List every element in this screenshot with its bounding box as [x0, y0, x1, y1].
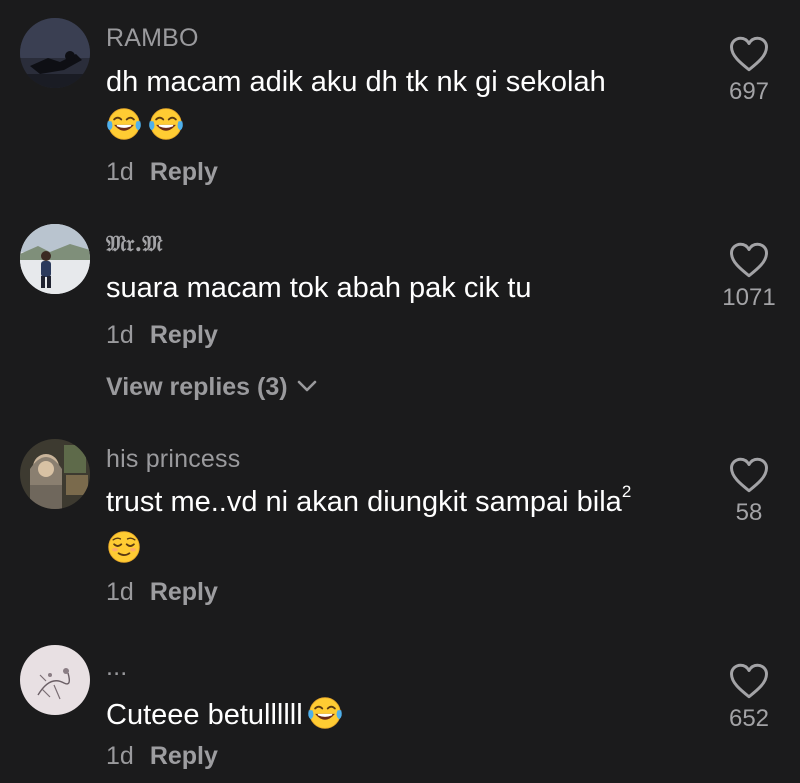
comment-meta: 1d Reply [106, 158, 218, 187]
avatar[interactable] [20, 18, 90, 88]
chevron-down-icon [297, 380, 316, 392]
comment-age: 1d [106, 158, 134, 186]
like-button[interactable]: 58 [720, 455, 778, 527]
comment-meta: 1d Reply [106, 742, 218, 771]
reply-button[interactable]: Reply [150, 578, 218, 606]
like-button[interactable]: 652 [720, 661, 778, 733]
comment-text-main: trust me..vd ni akan diungkit sampai bil… [106, 486, 622, 518]
comment-username[interactable]: ... [106, 653, 127, 682]
comment-username[interactable]: his princess [106, 445, 240, 474]
like-button[interactable]: 1071 [720, 240, 778, 312]
face-with-tears-of-joy-icon [307, 695, 343, 731]
comment-text: suara macam tok abah pak cik tu [106, 272, 532, 304]
comment-age: 1d [106, 578, 134, 606]
like-button[interactable]: 697 [720, 34, 778, 106]
relieved-face-icon [106, 529, 142, 565]
like-count: 58 [735, 499, 763, 526]
like-count: 652 [728, 705, 770, 732]
heart-icon[interactable] [728, 34, 770, 74]
reply-button[interactable]: Reply [150, 158, 218, 186]
comment-item: 𝔐𝔯.𝔐 suara macam tok abah pak cik tu 1d R… [0, 200, 800, 425]
comment-text-superscript: 2 [621, 482, 632, 501]
comment-text-main: Cuteee betullllll [106, 699, 303, 731]
view-replies-button[interactable]: View replies (3) [106, 373, 318, 402]
like-count: 697 [728, 78, 770, 105]
comment-emojis [106, 106, 186, 144]
avatar[interactable] [20, 224, 90, 294]
comment-meta: 1d Reply [106, 321, 218, 350]
comment-username[interactable]: 𝔐𝔯.𝔐 [106, 231, 163, 257]
comment-item: RAMBO dh macam adik aku dh tk nk gi seko… [0, 0, 800, 200]
comment-item: ... Cuteee betullllll 1d Reply 652 [0, 635, 800, 783]
comment-item: his princess trust me..vd ni akan diungk… [0, 425, 800, 635]
heart-icon[interactable] [728, 455, 770, 495]
avatar[interactable] [20, 439, 90, 509]
comment-text: dh macam adik aku dh tk nk gi sekolah [106, 66, 606, 98]
comment-age: 1d [106, 321, 134, 349]
comment-age: 1d [106, 742, 134, 770]
face-with-tears-of-joy-icon [148, 106, 184, 142]
comment-meta: 1d Reply [106, 578, 218, 607]
comment-text: Cuteee betullllll [106, 695, 343, 732]
like-count: 1071 [722, 284, 776, 311]
reply-button[interactable]: Reply [150, 321, 218, 349]
comment-text: trust me..vd ni akan diungkit sampai bil… [106, 482, 631, 519]
avatar[interactable] [20, 645, 90, 715]
face-with-tears-of-joy-icon [106, 106, 142, 142]
heart-icon[interactable] [728, 661, 770, 701]
reply-button[interactable]: Reply [150, 742, 218, 770]
heart-icon[interactable] [728, 240, 770, 280]
comment-emojis [106, 529, 144, 567]
view-replies-label: View replies (3) [106, 373, 288, 401]
comment-username[interactable]: RAMBO [106, 24, 199, 53]
